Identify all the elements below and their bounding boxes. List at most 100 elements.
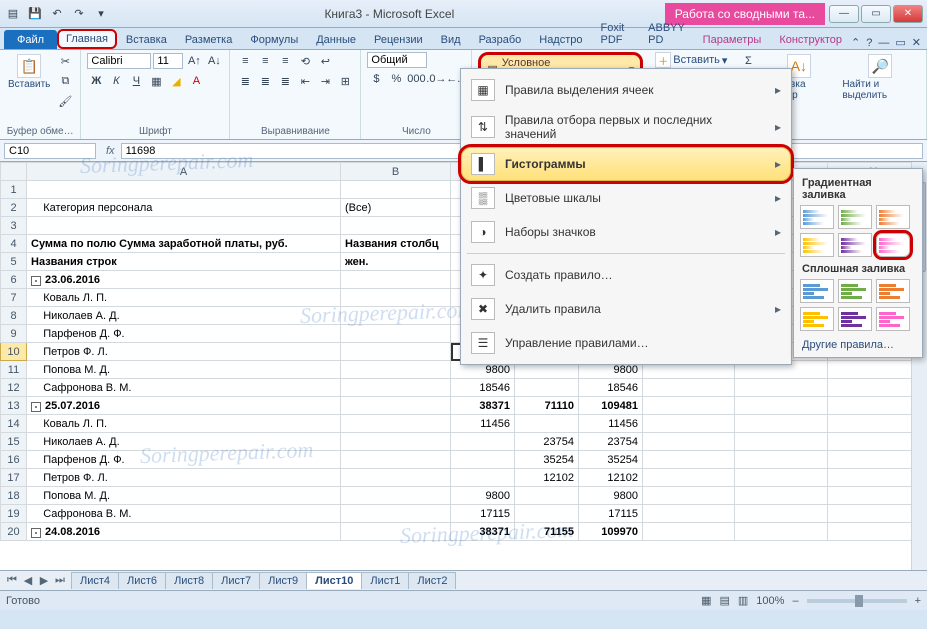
tab-home[interactable]: Главная	[57, 29, 117, 49]
close-button[interactable]: ✕	[893, 5, 923, 23]
cell[interactable]: 35254	[579, 451, 643, 469]
cell[interactable]	[515, 415, 579, 433]
outline-collapse-icon[interactable]: -	[31, 528, 41, 538]
cell[interactable]	[341, 397, 451, 415]
tab-foxit[interactable]: Foxit PDF	[592, 18, 640, 49]
tab-review[interactable]: Рецензии	[365, 30, 432, 49]
align-center-icon[interactable]: ≣	[256, 72, 274, 90]
row-header[interactable]: 11	[1, 361, 27, 379]
data-bar-swatch[interactable]	[800, 205, 834, 229]
border-icon[interactable]: ▦	[147, 72, 165, 90]
row-header[interactable]: 10	[1, 343, 27, 361]
merge-icon[interactable]: ⊞	[336, 72, 354, 90]
cf-color-scales[interactable]: ▒ Цветовые шкалы ▸	[461, 181, 791, 215]
cell[interactable]	[341, 505, 451, 523]
cell[interactable]: Николаев А. Д.	[27, 307, 341, 325]
ribbon-minimize-icon[interactable]: ⌃	[851, 36, 860, 49]
sheet-nav-next-icon[interactable]: ▶	[36, 574, 52, 587]
sheet-nav-first-icon[interactable]: ⏮	[4, 574, 20, 587]
cell[interactable]: 35254	[515, 451, 579, 469]
copy-icon[interactable]: ⧉	[56, 72, 74, 90]
cell[interactable]: 9800	[451, 487, 515, 505]
help-icon[interactable]: ?	[866, 37, 872, 49]
row-header[interactable]: 3	[1, 217, 27, 235]
column-header[interactable]: A	[27, 163, 341, 181]
tab-view[interactable]: Вид	[432, 30, 470, 49]
cell[interactable]: -23.06.2016	[27, 271, 341, 289]
tab-addins[interactable]: Надстро	[530, 30, 591, 49]
fx-icon[interactable]: fx	[100, 145, 121, 157]
cell[interactable]: Коваль Л. П.	[27, 415, 341, 433]
row-header[interactable]: 5	[1, 253, 27, 271]
cf-clear-rules[interactable]: ✖ Удалить правила ▸	[461, 292, 791, 326]
cell[interactable]	[341, 487, 451, 505]
tab-pivot-design[interactable]: Конструктор	[770, 30, 851, 49]
cell[interactable]: 23754	[579, 433, 643, 451]
shrink-font-icon[interactable]: A↓	[205, 52, 223, 70]
tab-data[interactable]: Данные	[307, 30, 365, 49]
tab-pivot-options[interactable]: Параметры	[694, 30, 771, 49]
data-bar-swatch[interactable]	[838, 233, 872, 257]
cell[interactable]	[341, 343, 451, 361]
cell[interactable]	[341, 469, 451, 487]
tab-insert[interactable]: Вставка	[117, 30, 176, 49]
cell[interactable]: жен.	[341, 253, 451, 271]
cell[interactable]	[451, 469, 515, 487]
align-right-icon[interactable]: ≣	[276, 72, 294, 90]
currency-icon[interactable]: $	[367, 70, 385, 88]
cell[interactable]: 38371	[451, 523, 515, 541]
row-header[interactable]: 16	[1, 451, 27, 469]
sheet-tab[interactable]: Лист1	[361, 572, 409, 589]
cell[interactable]: 12102	[579, 469, 643, 487]
font-size-combo[interactable]	[153, 53, 183, 69]
percent-icon[interactable]: %	[387, 70, 405, 88]
paste-button[interactable]: 📋 Вставить	[6, 52, 52, 92]
cell[interactable]: 18546	[579, 379, 643, 397]
cell[interactable]	[341, 433, 451, 451]
find-select-button[interactable]: 🔎 Найти и выделить	[840, 52, 920, 103]
mdi-max-icon[interactable]: ▭	[895, 36, 905, 49]
redo-icon[interactable]: ↷	[70, 5, 88, 23]
cell[interactable]: Попова М. Д.	[27, 361, 341, 379]
sheet-tab[interactable]: Лист7	[212, 572, 260, 589]
cell[interactable]	[27, 217, 341, 235]
cell[interactable]: 18546	[451, 379, 515, 397]
cell[interactable]: Коваль Л. П.	[27, 289, 341, 307]
zoom-in-icon[interactable]: +	[915, 595, 921, 607]
cell[interactable]: 11456	[579, 415, 643, 433]
mdi-min-icon[interactable]: —	[878, 37, 889, 49]
cell[interactable]: Названия столбц	[341, 235, 451, 253]
row-header[interactable]: 19	[1, 505, 27, 523]
column-header[interactable]: B	[341, 163, 451, 181]
row-header[interactable]: 17	[1, 469, 27, 487]
cell[interactable]	[341, 181, 451, 199]
cell[interactable]	[515, 505, 579, 523]
cell[interactable]: Попова М. Д.	[27, 487, 341, 505]
cut-icon[interactable]: ✂	[56, 52, 74, 70]
view-layout-icon[interactable]: ▤	[719, 594, 729, 607]
sheet-tab[interactable]: Лист8	[165, 572, 213, 589]
font-color-icon[interactable]: A	[187, 72, 205, 90]
insert-cells-button[interactable]: ＋ Вставить ▾	[655, 52, 727, 68]
sheet-tab[interactable]: Лист6	[118, 572, 166, 589]
tab-formulas[interactable]: Формулы	[241, 30, 307, 49]
cf-new-rule[interactable]: ✦ Создать правило…	[461, 258, 791, 292]
cell[interactable]: 12102	[515, 469, 579, 487]
cell[interactable]: -24.08.2016	[27, 523, 341, 541]
cell[interactable]: 38371	[451, 397, 515, 415]
sheet-tab[interactable]: Лист9	[259, 572, 307, 589]
cf-manage-rules[interactable]: ☰ Управление правилами…	[461, 326, 791, 360]
underline-icon[interactable]: Ч	[127, 72, 145, 90]
save-icon[interactable]: 💾	[26, 5, 44, 23]
zoom-out-icon[interactable]: –	[792, 595, 798, 607]
data-bar-swatch[interactable]	[800, 279, 834, 303]
format-painter-icon[interactable]: 🖌	[56, 92, 74, 110]
number-format-combo[interactable]	[367, 52, 427, 68]
data-bar-swatch[interactable]	[838, 205, 872, 229]
cell[interactable]: 109970	[579, 523, 643, 541]
cell[interactable]	[451, 433, 515, 451]
cf-data-bars[interactable]: ▌ Гистограммы ▸	[461, 147, 791, 181]
cell[interactable]: 9800	[579, 487, 643, 505]
more-rules-link[interactable]: Другие правила…	[800, 335, 916, 351]
cell[interactable]: Сумма по полю Сумма заработной платы, ру…	[27, 235, 341, 253]
